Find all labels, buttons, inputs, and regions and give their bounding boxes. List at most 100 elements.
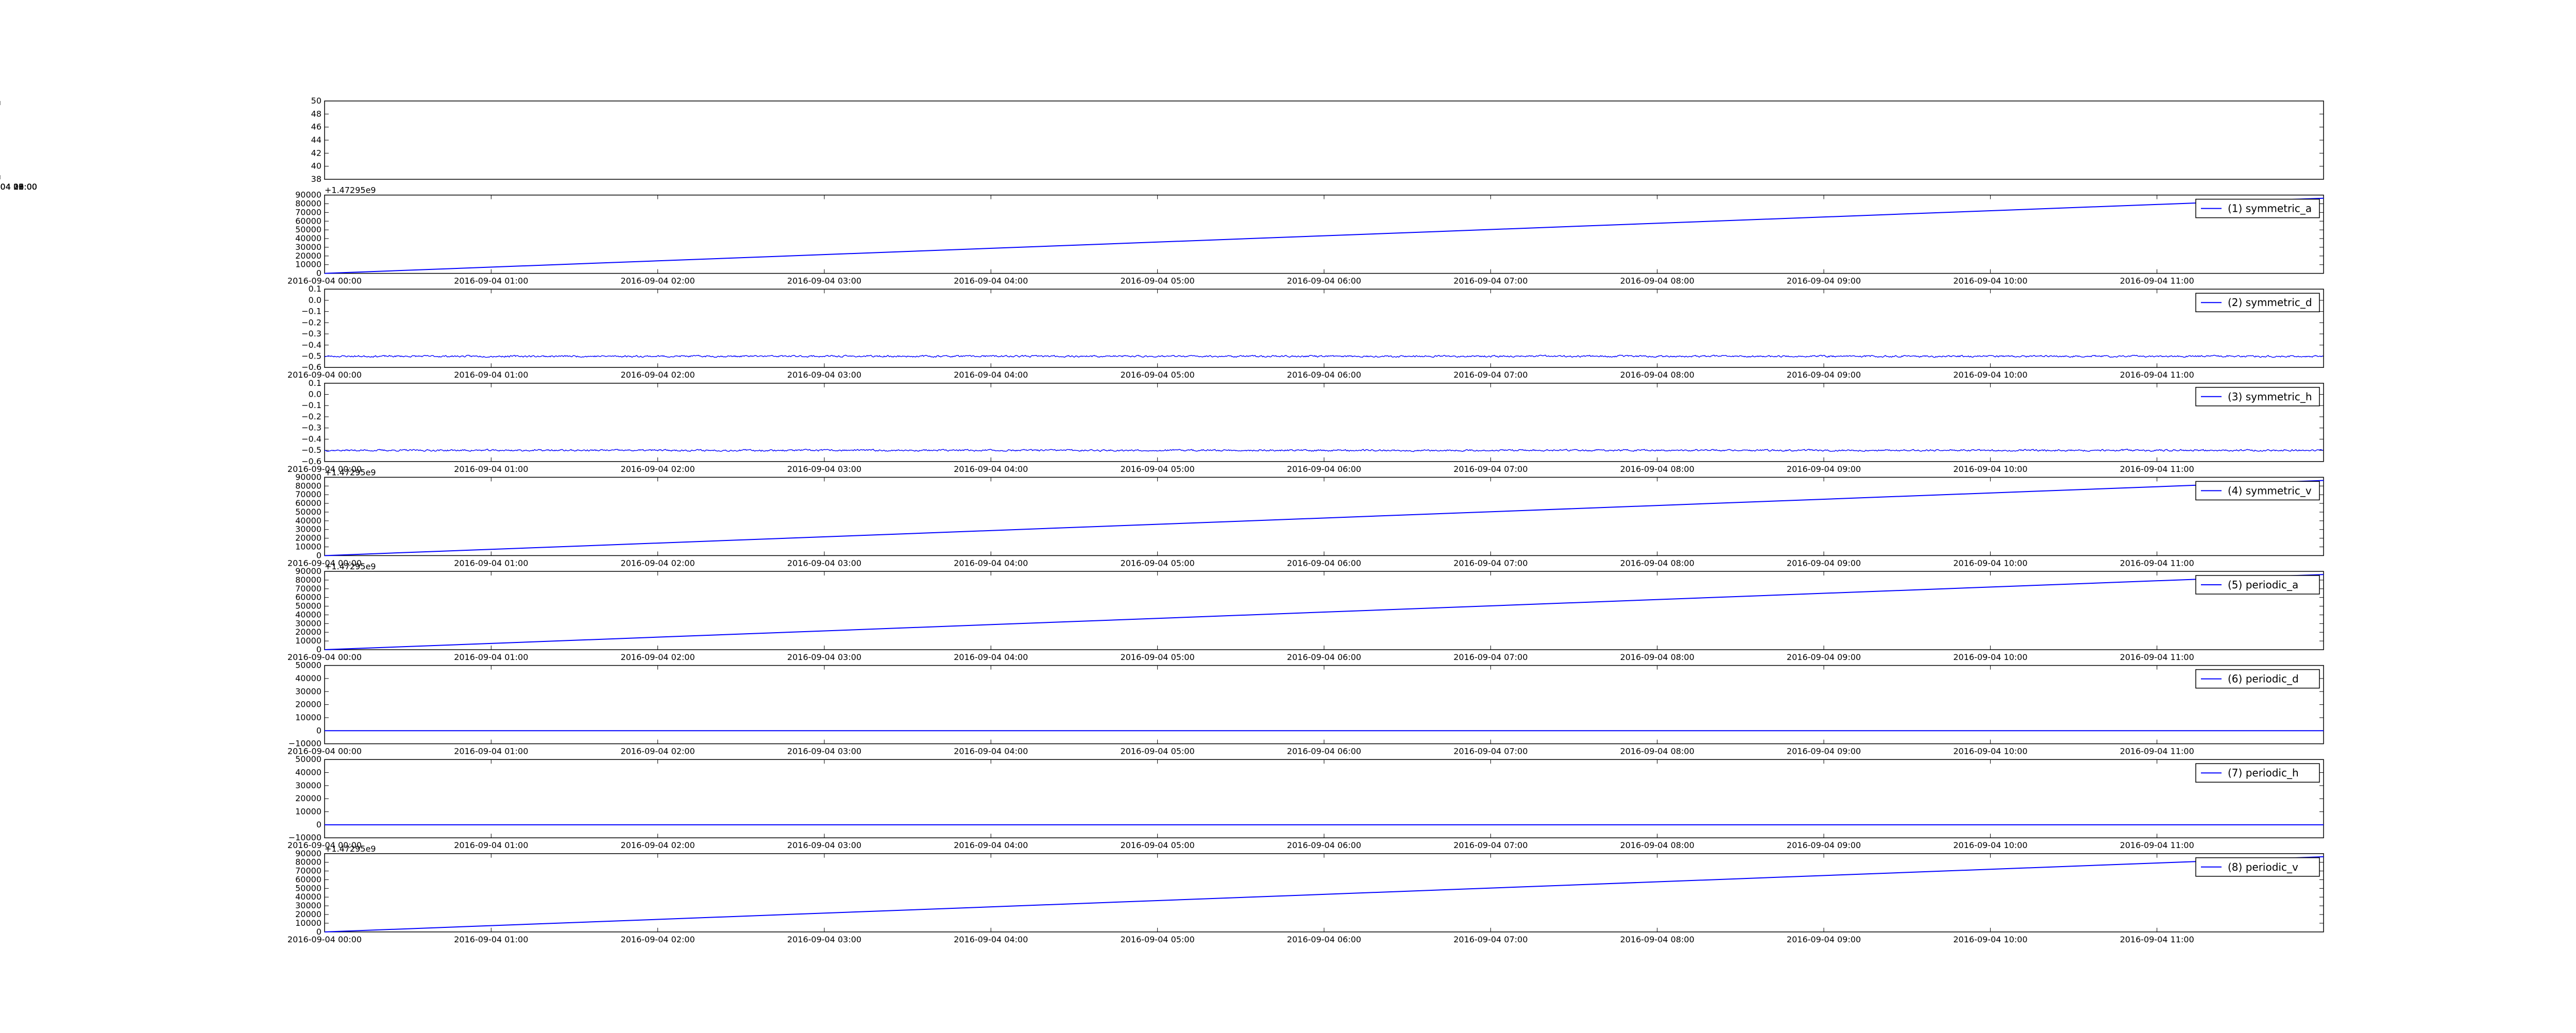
x-tick-label: 2016-09-04 05:00 xyxy=(1121,464,1195,474)
x-tick-label: 2016-09-04 11:00 xyxy=(2120,840,2194,850)
y-tick-label: 30000 xyxy=(295,901,321,910)
x-tick-label: 2016-09-04 00:00 xyxy=(287,370,362,380)
x-tick-label: 2016-09-04 10:00 xyxy=(1953,370,2027,380)
y-tick-label: 40000 xyxy=(295,516,321,526)
x-tick-label: 2016-09-04 04:00 xyxy=(954,464,1028,474)
y-tick-label: 10000 xyxy=(295,260,321,269)
x-tick-label: 2016-09-04 05:00 xyxy=(1121,558,1195,568)
y-tick-label: 90000 xyxy=(295,190,321,200)
legend: (2) symmetric_d xyxy=(2195,293,2320,312)
x-tick-label: 2016-09-04 09:00 xyxy=(1787,276,1861,286)
y-tick-label: 30000 xyxy=(295,686,321,696)
chart-panel-3: −0.6−0.5−0.4−0.3−0.2−0.10.00.12016-09-04… xyxy=(287,378,2324,474)
x-tick-label: 2016-09-04 05:00 xyxy=(1121,935,1195,944)
x-tick-label: 2016-09-04 08:00 xyxy=(1620,652,1694,662)
y-tick-label: 40000 xyxy=(295,609,321,619)
x-tick-label: 2016-09-04 01:00 xyxy=(454,840,528,850)
x-tick-label: 2016-09-04 02:00 xyxy=(621,840,695,850)
y-tick-label: 80000 xyxy=(295,575,321,585)
x-tick-label: 2016-09-04 05:00 xyxy=(1121,276,1195,286)
y-tick-label: 40 xyxy=(311,161,321,171)
series-line-0 xyxy=(325,354,2324,358)
x-tick-label: 2016-09-04 02:00 xyxy=(621,652,695,662)
x-tick-label: 2016-09-04 05:00 xyxy=(1121,840,1195,850)
x-tick-label: 2016-09-04 00:00 xyxy=(287,276,362,286)
legend: (3) symmetric_h xyxy=(2195,387,2320,407)
legend: (6) periodic_d xyxy=(2195,669,2320,689)
y-tick-label: 70000 xyxy=(295,489,321,499)
x-tick-label: 2016-09-04 11:00 xyxy=(2120,652,2194,662)
x-tick-label: 2016-09-04 04:00 xyxy=(954,840,1028,850)
x-tick-label: 2016-09-04 07:00 xyxy=(1453,840,1528,850)
x-tick-label: 2016-09-04 08:00 xyxy=(1620,935,1694,944)
x-tick-label: 2016-09-04 09:00 xyxy=(1787,747,1861,756)
x-tick-label: 2016-09-04 08:00 xyxy=(1620,840,1694,850)
y-tick-label: 50000 xyxy=(295,601,321,611)
x-tick-label: 2016-09-04 07:00 xyxy=(1453,464,1528,474)
x-tick-label: 2016-09-04 04:00 xyxy=(954,747,1028,756)
x-tick-label: 2016-09-04 07:00 xyxy=(1453,276,1528,286)
x-tick-label: 2016-09-04 00:00 xyxy=(287,935,362,944)
x-tick-label: 2016-09-04 09:00 xyxy=(1787,935,1861,944)
x-tick-label: 2016-09-04 11:00 xyxy=(2120,370,2194,380)
x-tick-label: 2016-09-04 06:00 xyxy=(1287,464,1361,474)
y-tick-label: −0.2 xyxy=(301,412,321,421)
x-tick-label: 2016-09-04 04:00 xyxy=(954,652,1028,662)
x-tick-label: 2016-09-04 08:00 xyxy=(1620,276,1694,286)
y-tick-label: 60000 xyxy=(295,216,321,226)
y-tick-label: −0.1 xyxy=(301,307,321,316)
y-tick-label: 80000 xyxy=(295,481,321,490)
y-tick-label: 30000 xyxy=(295,618,321,628)
x-tick-label: 2016-09-04 02:00 xyxy=(621,464,695,474)
x-tick-label: 2016-09-04 02:00 xyxy=(621,747,695,756)
x-tick-label: 2016-09-04 03:00 xyxy=(787,370,861,380)
y-tick-label: 60000 xyxy=(295,592,321,602)
legend: (1) symmetric_a xyxy=(2195,198,2320,218)
y-tick-label: 50000 xyxy=(295,225,321,234)
x-tick-label: 2016-09-04 01:00 xyxy=(454,747,528,756)
y-tick-label: 44 xyxy=(311,135,321,145)
y-tick-label: 0.1 xyxy=(309,284,321,294)
x-tick-label: 2016-09-04 02:00 xyxy=(621,935,695,944)
legend: (5) periodic_a xyxy=(2195,575,2320,595)
y-tick-label: 20000 xyxy=(295,251,321,261)
x-tick-label: 2016-09-04 08:00 xyxy=(1620,558,1694,568)
x-tick-label: 2016-09-04 08:00 xyxy=(1620,464,1694,474)
y-tick-label: 90000 xyxy=(295,849,321,858)
series-line-0 xyxy=(324,856,2324,933)
x-tick-label: 2016-09-04 03:00 xyxy=(787,276,861,286)
chart-panel-1: 0100002000030000400005000060000700008000… xyxy=(287,185,2324,286)
y-tick-label: 50000 xyxy=(295,754,321,764)
axis-offset-label: +1.47295e9 xyxy=(325,562,376,571)
x-tick-label: 2016-09-04 02:00 xyxy=(621,276,695,286)
y-tick-label: 90000 xyxy=(295,472,321,482)
series-line-0 xyxy=(324,480,2324,556)
y-tick-label: −0.5 xyxy=(301,445,321,455)
series-line-0 xyxy=(324,574,2324,650)
x-tick-label: 2016-09-04 10:00 xyxy=(1953,558,2027,568)
y-tick-label: −0.4 xyxy=(301,434,321,444)
legend: (4) symmetric_v xyxy=(2195,481,2320,501)
x-tick-label: 2016-09-04 04:00 xyxy=(954,276,1028,286)
axes-frame xyxy=(324,100,2324,180)
x-tick-label: 2016-09-04 11:00 xyxy=(2120,558,2194,568)
y-tick-label: 60000 xyxy=(295,498,321,508)
x-tick-label: 2016-09-04 06:00 xyxy=(1287,935,1361,944)
y-tick-label: 30000 xyxy=(295,781,321,790)
y-tick-label: 70000 xyxy=(295,207,321,217)
x-tick-label: 2016-09-04 06:00 xyxy=(1287,652,1361,662)
y-tick-label: 30000 xyxy=(295,524,321,534)
y-tick-label: 50000 xyxy=(295,507,321,517)
x-tick-label: 2016-09-04 01:00 xyxy=(454,276,528,286)
chart-panel-7: −10000010000200003000040000500002016-09-… xyxy=(287,754,2324,850)
x-tick-label: 2016-09-04 04:00 xyxy=(954,370,1028,380)
x-tick-label: 2016-09-04 07:00 xyxy=(1453,370,1528,380)
x-tick-label: 2016-09-04 07:00 xyxy=(1453,747,1528,756)
chart-panel-6: −10000010000200003000040000500002016-09-… xyxy=(287,661,2324,756)
legend: (7) periodic_h xyxy=(2195,763,2320,783)
x-tick-label: 2016-09-04 03:00 xyxy=(787,747,861,756)
y-tick-label: −0.3 xyxy=(301,423,321,433)
legend-label: (6) periodic_d xyxy=(2228,673,2299,685)
x-tick-label: 2016-09-04 10:00 xyxy=(1953,652,2027,662)
chart-panel-0: 384042444648502016-09-04 00:002016-09-04… xyxy=(0,96,2324,192)
